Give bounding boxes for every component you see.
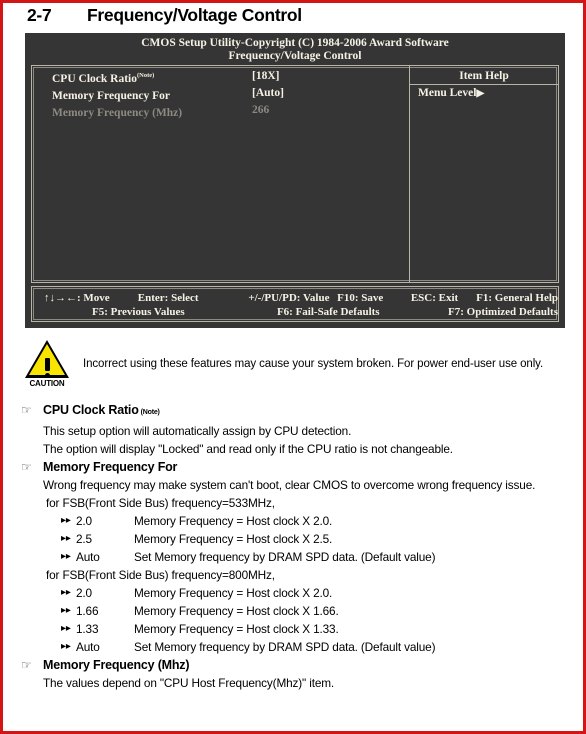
double-arrow-icon: ▸▸ bbox=[61, 533, 71, 544]
double-arrow-icon: ▸▸ bbox=[61, 605, 71, 616]
menu-label-text: Memory Frequency For bbox=[52, 89, 170, 102]
key-enter-select: Enter: Select bbox=[137, 292, 199, 304]
menu-row-memory-frequency-for[interactable]: Memory Frequency For [Auto] bbox=[32, 87, 409, 104]
doc-option: ▸▸ 1.33 Memory Frequency = Host clock X … bbox=[21, 620, 577, 638]
doc-heading-text: Memory Frequency For bbox=[43, 460, 178, 474]
bios-setup-window: CMOS Setup Utility-Copyright (C) 1984-20… bbox=[25, 33, 565, 328]
menu-label-text: Memory Frequency (Mhz) bbox=[52, 106, 183, 119]
option-key: 1.66 bbox=[76, 604, 99, 618]
key-esc-exit: ESC: Exit bbox=[410, 292, 459, 304]
warning-triangle-icon bbox=[25, 340, 69, 378]
doc-heading-text: Memory Frequency (Mhz) bbox=[43, 658, 190, 672]
option-key: 2.5 bbox=[76, 532, 92, 546]
warning-triangle-fill bbox=[29, 344, 65, 378]
key-f10-save: F10: Save bbox=[337, 292, 384, 304]
section-number: 2-7 bbox=[27, 5, 52, 25]
pointing-hand-icon: ☞ bbox=[21, 460, 32, 474]
double-arrow-icon: ▸▸ bbox=[61, 551, 71, 562]
pointing-hand-icon: ☞ bbox=[21, 403, 32, 417]
option-key: Auto bbox=[76, 640, 100, 654]
key-move: ↑↓→←: Move bbox=[44, 292, 110, 304]
double-arrow-icon: ▸▸ bbox=[61, 515, 71, 526]
key-legend-row-2: F5: Previous Values F6: Fail-Safe Defaul… bbox=[32, 305, 558, 319]
exclamation-bar-icon bbox=[44, 358, 50, 371]
caution-text: Incorrect using these features may cause… bbox=[83, 358, 544, 370]
caution-mark: CAUTION bbox=[21, 340, 73, 388]
menu-level-label: Menu Level bbox=[418, 87, 477, 99]
option-key: Auto bbox=[76, 550, 100, 564]
doc-heading: ☞ Memory Frequency (Mhz) bbox=[21, 656, 577, 674]
doc-line: The option will display "Locked" and rea… bbox=[43, 442, 453, 456]
doc-option: ▸▸ Auto Set Memory frequency by DRAM SPD… bbox=[21, 548, 577, 566]
option-key: 1.33 bbox=[76, 622, 99, 636]
option-desc: Memory Frequency = Host clock X 1.66. bbox=[134, 604, 339, 618]
doc-heading-text: CPU Clock Ratio bbox=[43, 403, 139, 417]
menu-label: Memory Frequency For bbox=[52, 87, 252, 102]
menu-value[interactable]: [Auto] bbox=[252, 87, 284, 102]
doc-option: ▸▸ 2.0 Memory Frequency = Host clock X 2… bbox=[21, 512, 577, 530]
key-f7-optimized-defaults: F7: Optimized Defaults bbox=[448, 306, 558, 318]
section-title: Frequency/Voltage Control bbox=[87, 5, 302, 25]
doc-heading: ☞ Memory Frequency For bbox=[21, 458, 577, 476]
caution-label: CAUTION bbox=[29, 379, 65, 388]
key-f6-fail-safe-defaults: F6: Fail-Safe Defaults bbox=[276, 306, 380, 318]
pointing-hand-icon: ☞ bbox=[21, 658, 32, 672]
doc-line: Wrong frequency may make system can't bo… bbox=[43, 478, 536, 492]
menu-value: 266 bbox=[252, 103, 270, 116]
menu-level-line: Menu Level▶ bbox=[410, 85, 558, 99]
option-desc: Memory Frequency = Host clock X 2.5. bbox=[134, 532, 333, 546]
menu-row-memory-frequency-mhz: Memory Frequency (Mhz) 266 bbox=[32, 104, 409, 121]
doc-option: ▸▸ Auto Set Memory frequency by DRAM SPD… bbox=[21, 638, 577, 656]
documentation-body: ☞ CPU Clock Ratio (Note) This setup opti… bbox=[21, 401, 577, 692]
key-f1-general-help: F1: General Help bbox=[476, 292, 559, 304]
bios-title-block: CMOS Setup Utility-Copyright (C) 1984-20… bbox=[25, 33, 565, 63]
doc-block-memory-frequency-for: ☞ Memory Frequency For Wrong frequency m… bbox=[21, 458, 577, 656]
note-superscript: (Note) bbox=[136, 72, 155, 79]
option-desc: Set Memory frequency by DRAM SPD data. (… bbox=[134, 640, 436, 654]
doc-group-intro: for FSB(Front Side Bus) frequency=800MHz… bbox=[46, 568, 275, 582]
option-desc: Set Memory frequency by DRAM SPD data. (… bbox=[134, 550, 436, 564]
doc-heading: ☞ CPU Clock Ratio (Note) bbox=[21, 401, 577, 422]
note-superscript: (Note) bbox=[140, 409, 160, 416]
key-legend-row-1: ↑↓→←: Move Enter: Select +/-/PU/PD: Valu… bbox=[32, 291, 558, 305]
exclamation-dot-icon bbox=[44, 373, 50, 378]
doc-group-intro: for FSB(Front Side Bus) frequency=533MHz… bbox=[46, 496, 275, 510]
page-title: 2-7 Frequency/Voltage Control bbox=[27, 5, 302, 26]
option-desc: Memory Frequency = Host clock X 2.0. bbox=[134, 514, 333, 528]
option-key: 2.0 bbox=[76, 514, 92, 528]
double-arrow-icon: ▸▸ bbox=[61, 641, 71, 652]
bios-key-legend: ↑↓→←: Move Enter: Select +/-/PU/PD: Valu… bbox=[31, 286, 559, 322]
bios-title-line1: CMOS Setup Utility-Copyright (C) 1984-20… bbox=[141, 37, 449, 49]
caution-callout: CAUTION Incorrect using these features m… bbox=[21, 340, 569, 388]
item-help-title: Item Help bbox=[459, 70, 509, 82]
document-page: 2-7 Frequency/Voltage Control CMOS Setup… bbox=[0, 0, 586, 734]
key-value: +/-/PU/PD: Value bbox=[248, 292, 330, 304]
item-help-panel: Item Help Menu Level▶ bbox=[410, 66, 558, 282]
menu-value[interactable]: [18X] bbox=[252, 70, 279, 85]
menu-label: Memory Frequency (Mhz) bbox=[52, 104, 252, 119]
double-arrow-icon: ▸▸ bbox=[61, 623, 71, 634]
bios-title-line2: Frequency/Voltage Control bbox=[228, 50, 362, 62]
doc-block-cpu-clock-ratio: ☞ CPU Clock Ratio (Note) This setup opti… bbox=[21, 401, 577, 458]
chevron-right-icon: ▶ bbox=[476, 88, 485, 99]
bios-body: CPU Clock Ratio(Note) [18X] Memory Frequ… bbox=[31, 65, 559, 283]
menu-label-text: CPU Clock Ratio bbox=[52, 72, 137, 85]
doc-block-memory-frequency-mhz: ☞ Memory Frequency (Mhz) The values depe… bbox=[21, 656, 577, 692]
menu-label: CPU Clock Ratio(Note) bbox=[52, 70, 252, 85]
doc-option: ▸▸ 2.0 Memory Frequency = Host clock X 2… bbox=[21, 584, 577, 602]
option-desc: Memory Frequency = Host clock X 1.33. bbox=[134, 622, 339, 636]
doc-line: This setup option will automatically ass… bbox=[43, 424, 352, 438]
option-desc: Memory Frequency = Host clock X 2.0. bbox=[134, 586, 333, 600]
doc-line: The values depend on "CPU Host Frequency… bbox=[43, 676, 335, 690]
option-key: 2.0 bbox=[76, 586, 92, 600]
doc-option: ▸▸ 2.5 Memory Frequency = Host clock X 2… bbox=[21, 530, 577, 548]
double-arrow-icon: ▸▸ bbox=[61, 587, 71, 598]
bios-menu-list: CPU Clock Ratio(Note) [18X] Memory Frequ… bbox=[32, 66, 409, 282]
menu-row-cpu-clock-ratio[interactable]: CPU Clock Ratio(Note) [18X] bbox=[32, 70, 409, 87]
doc-option: ▸▸ 1.66 Memory Frequency = Host clock X … bbox=[21, 602, 577, 620]
key-f5-previous-values: F5: Previous Values bbox=[92, 306, 185, 318]
